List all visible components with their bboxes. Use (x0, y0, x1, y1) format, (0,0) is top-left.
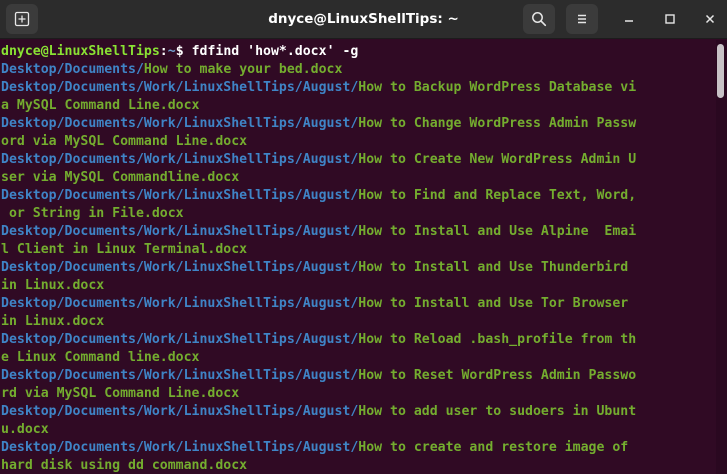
maximize-icon (665, 14, 675, 24)
output-line: ser via MySQL Commandline.docx (1, 169, 239, 187)
output-line: or String in File.docx (1, 205, 184, 223)
output-line: Desktop/Documents/Work/LinuxShellTips/Au… (1, 259, 628, 277)
search-icon (532, 12, 547, 27)
output-line: in Linux.docx (1, 277, 104, 295)
terminal-output[interactable]: dnyce@LinuxShellTips:~$ fdfind 'how*.doc… (0, 38, 715, 474)
prompt-user-host: dnyce@LinuxShellTips (1, 44, 160, 59)
output-line: rd via MySQL Command Line.docx (1, 385, 239, 403)
output-filename: How to Find and Replace Text, Word, (358, 188, 637, 203)
output-line: Desktop/Documents/Work/LinuxShellTips/Au… (1, 295, 628, 313)
output-line: Desktop/Documents/Work/LinuxShellTips/Au… (1, 367, 636, 385)
search-button[interactable] (523, 4, 555, 34)
prompt-symbol: $ (175, 44, 192, 59)
output-filename: How to Install and Use Alpine Emai (358, 224, 637, 239)
output-filename: How to Install and Use Thunderbird (358, 260, 629, 275)
close-button[interactable] (700, 9, 720, 29)
output-line: u.docx (1, 421, 49, 439)
output-line: ord via MySQL Command Line.docx (1, 133, 247, 151)
output-filename: ord via MySQL Command Line.docx (1, 134, 248, 149)
output-filename: e Linux Command line.docx (1, 350, 200, 365)
output-filename: u.docx (1, 422, 49, 437)
hamburger-menu-icon (578, 14, 586, 24)
maximize-button[interactable] (660, 9, 680, 29)
prompt-path: ~ (167, 44, 176, 59)
output-directory: Desktop/Documents/Work/LinuxShellTips/Au… (1, 188, 359, 203)
output-filename: How to Reset WordPress Admin Passwo (358, 368, 637, 383)
output-line: in Linux.docx (1, 313, 104, 331)
title-bar: dnyce@LinuxShellTips: ~ (0, 0, 727, 39)
output-line: Desktop/Documents/Work/LinuxShellTips/Au… (1, 403, 636, 421)
output-directory: Desktop/Documents/Work/LinuxShellTips/Au… (1, 152, 359, 167)
window-title: dnyce@LinuxShellTips: ~ (268, 11, 459, 27)
output-line: Desktop/Documents/How to make your bed.d… (1, 61, 342, 79)
output-filename: How to create and restore image of (358, 440, 629, 455)
output-line: Desktop/Documents/Work/LinuxShellTips/Au… (1, 331, 636, 349)
output-line: l Client in Linux Terminal.docx (1, 241, 247, 259)
output-directory: Desktop/Documents/Work/LinuxShellTips/Au… (1, 116, 359, 131)
output-directory: Desktop/Documents/ (1, 62, 144, 77)
output-line: Desktop/Documents/Work/LinuxShellTips/Au… (1, 439, 628, 457)
output-directory: Desktop/Documents/Work/LinuxShellTips/Au… (1, 368, 359, 383)
output-filename: hard disk using dd command.docx (1, 458, 248, 473)
command-prompt-line: dnyce@LinuxShellTips:~$ fdfind 'how*.doc… (1, 43, 358, 61)
output-line: Desktop/Documents/Work/LinuxShellTips/Au… (1, 79, 636, 97)
minimize-icon (625, 20, 633, 22)
output-filename: a MySQL Command Line.docx (1, 98, 200, 113)
output-filename: in Linux.docx (1, 314, 105, 329)
menu-button[interactable] (566, 4, 598, 34)
prompt-separator: : (159, 44, 168, 59)
minimize-button[interactable] (619, 9, 639, 29)
output-filename: in Linux.docx (1, 278, 105, 293)
scrollbar-track[interactable] (716, 40, 727, 474)
output-filename: rd via MySQL Command Line.docx (1, 386, 240, 401)
output-directory: Desktop/Documents/Work/LinuxShellTips/Au… (1, 404, 359, 419)
output-filename: How to Create New WordPress Admin U (358, 152, 637, 167)
output-filename: How to Backup WordPress Database vi (358, 80, 637, 95)
output-directory: Desktop/Documents/Work/LinuxShellTips/Au… (1, 80, 359, 95)
output-filename: ser via MySQL Commandline.docx (1, 170, 240, 185)
output-filename: or String in File.docx (1, 206, 184, 221)
output-directory: Desktop/Documents/Work/LinuxShellTips/Au… (1, 332, 359, 347)
output-line: Desktop/Documents/Work/LinuxShellTips/Au… (1, 223, 636, 241)
output-filename: How to Install and Use Tor Browser (358, 296, 629, 311)
close-icon (705, 14, 715, 24)
output-line: Desktop/Documents/Work/LinuxShellTips/Au… (1, 151, 636, 169)
output-filename: l Client in Linux Terminal.docx (1, 242, 248, 257)
command-text: fdfind 'how*.docx' -g (191, 44, 359, 59)
output-filename: How to add user to sudoers in Ubunt (358, 404, 637, 419)
output-line: hard disk using dd command.docx (1, 457, 247, 474)
output-directory: Desktop/Documents/Work/LinuxShellTips/Au… (1, 224, 359, 239)
output-line: a MySQL Command Line.docx (1, 97, 200, 115)
output-filename: How to Change WordPress Admin Passw (358, 116, 637, 131)
output-filename: How to Reload .bash_profile from th (358, 332, 637, 347)
output-directory: Desktop/Documents/Work/LinuxShellTips/Au… (1, 440, 359, 455)
output-line: Desktop/Documents/Work/LinuxShellTips/Au… (1, 115, 636, 133)
output-directory: Desktop/Documents/Work/LinuxShellTips/Au… (1, 296, 359, 311)
output-directory: Desktop/Documents/Work/LinuxShellTips/Au… (1, 260, 359, 275)
output-line: Desktop/Documents/Work/LinuxShellTips/Au… (1, 187, 636, 205)
output-filename: How to make your bed.docx (143, 62, 343, 77)
scrollbar-thumb[interactable] (717, 44, 724, 98)
output-line: e Linux Command line.docx (1, 349, 200, 367)
